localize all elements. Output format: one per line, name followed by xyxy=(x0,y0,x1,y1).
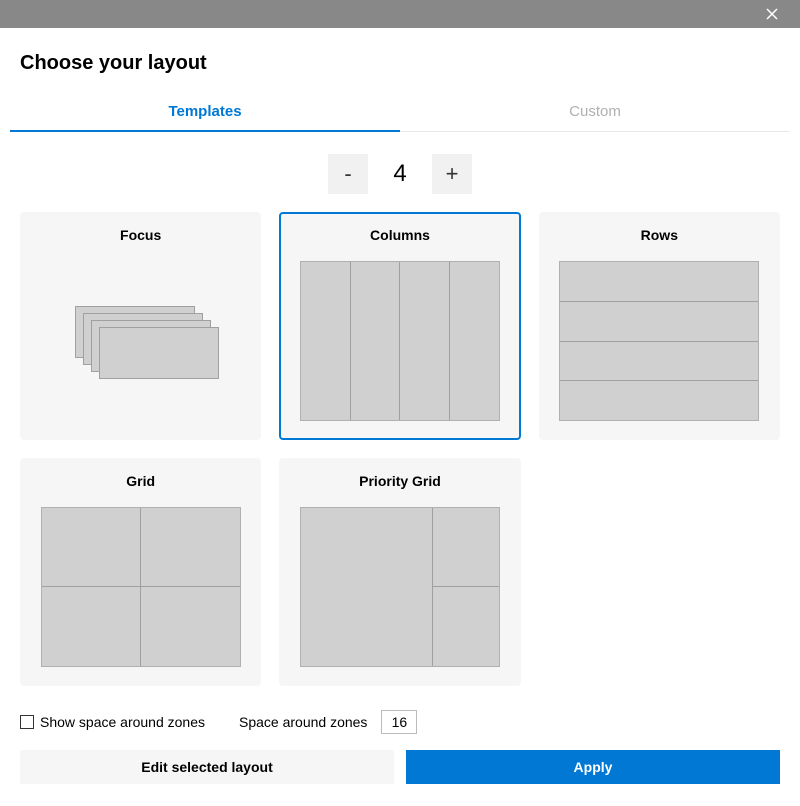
tab-templates[interactable]: Templates xyxy=(10,93,400,132)
edit-layout-button[interactable]: Edit selected layout xyxy=(20,750,394,784)
show-space-checkbox[interactable] xyxy=(20,715,34,729)
zones-count: 4 xyxy=(380,160,420,188)
apply-button[interactable]: Apply xyxy=(406,750,780,784)
show-space-label: Show space around zones xyxy=(40,714,205,730)
rows-preview xyxy=(559,261,759,421)
page-title: Choose your layout xyxy=(0,28,800,93)
template-title: Rows xyxy=(641,227,678,243)
template-title: Columns xyxy=(370,227,430,243)
grid-preview xyxy=(41,507,241,667)
decrement-button[interactable]: - xyxy=(328,154,368,194)
template-grid[interactable]: Grid xyxy=(20,458,261,686)
close-button[interactable] xyxy=(752,0,792,28)
space-around-label: Space around zones xyxy=(239,714,367,730)
dialog-content: Choose your layout Templates Custom - 4 … xyxy=(0,28,800,804)
template-columns[interactable]: Columns xyxy=(279,212,520,440)
options-row: Show space around zones Space around zon… xyxy=(0,706,800,750)
footer-buttons: Edit selected layout Apply xyxy=(0,750,800,804)
focus-preview xyxy=(41,261,241,421)
tabs: Templates Custom xyxy=(10,93,790,132)
template-title: Grid xyxy=(126,473,155,489)
templates-grid: Focus Columns Rows Grid xyxy=(0,212,800,706)
template-title: Priority Grid xyxy=(359,473,441,489)
tab-custom[interactable]: Custom xyxy=(400,93,790,132)
increment-button[interactable]: + xyxy=(432,154,472,194)
zones-stepper: - 4 + xyxy=(0,132,800,212)
template-priority-grid[interactable]: Priority Grid xyxy=(279,458,520,686)
template-rows[interactable]: Rows xyxy=(539,212,780,440)
titlebar xyxy=(0,0,800,28)
template-focus[interactable]: Focus xyxy=(20,212,261,440)
space-around-input[interactable]: 16 xyxy=(381,710,417,734)
priority-grid-preview xyxy=(300,507,500,667)
template-title: Focus xyxy=(120,227,161,243)
close-icon xyxy=(766,8,778,20)
columns-preview xyxy=(300,261,500,421)
show-space-checkbox-wrap[interactable]: Show space around zones xyxy=(20,714,205,730)
space-around-wrap: Space around zones 16 xyxy=(239,710,417,734)
